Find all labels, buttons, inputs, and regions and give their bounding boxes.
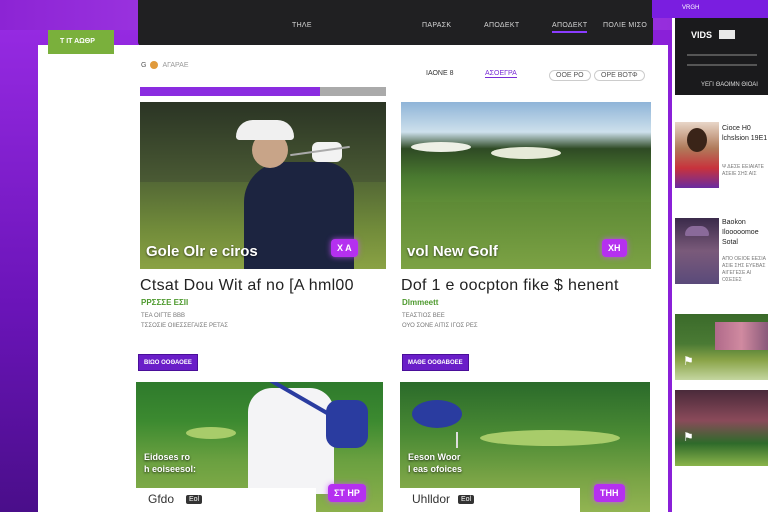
page-tag[interactable]: Τ ΙΤ ΑΩΘΡ	[48, 30, 114, 54]
sand-bunker-icon	[411, 142, 471, 152]
card-2-overlay-title: vol New Golf	[407, 243, 498, 260]
top-right-bar: VRGH	[652, 0, 768, 18]
reading-progress-bar	[140, 87, 386, 96]
filter-active-tab[interactable]: ΑΣΟΕΓΡΑ	[485, 70, 517, 78]
card-1-meta-2: ΤΣΣΟΣΙΕ ΟΙΙΕΣΣΕΓΑΙΣΕ ΡΕΤΑΣ	[141, 323, 228, 329]
top-navigation-bar: ΤΗΛΕ ΠΑΡΑΣΚ ΑΠΟΔΕΚΤ ΑΠΟΔΕΚΤ ΠΟΛΙΕ ΜΙΣΟ	[138, 0, 653, 46]
golf-bag-icon	[326, 400, 368, 448]
crowd-image	[715, 322, 768, 350]
bottom-card-2-chip[interactable]: Eol	[458, 495, 475, 504]
person-icon	[687, 128, 707, 152]
filter-label: ΙΑΟΝΕ 8	[426, 70, 454, 77]
sand-bunker-icon-2	[491, 147, 561, 159]
sidebar-hero[interactable]: VIDS ΥΕΓΙ ΘΑΟΙΜΝ ΘΙΟΑΙ	[675, 18, 768, 95]
card-2-headline[interactable]: Dof 1 e oocpton fike $ henent	[401, 277, 619, 295]
bottom-card-2-title: Eeson Woor I eas ofoices	[408, 451, 462, 475]
card-2-badge[interactable]: ΧΗ	[602, 239, 627, 257]
card-1-badge[interactable]: Χ Α	[331, 239, 358, 257]
sidebar-banner-2[interactable]: ⚑	[675, 390, 768, 466]
sidebar-hero-tagline: ΥΕΓΙ ΘΑΟΙΜΝ ΘΙΟΑΙ	[701, 82, 758, 88]
bottom-card-1-footer: Gfdo Eol	[136, 488, 316, 512]
bottom-card-2-footer-text[interactable]: Uhlldor	[412, 492, 450, 506]
card-2-meta-2: ΟΥΟ ΣΟΝΕ ΑΙΤΙΣ ΙΓΟΣ ΡΕΣ	[402, 323, 478, 329]
breadcrumb-home[interactable]: G	[141, 62, 146, 69]
top-right-label[interactable]: VRGH	[682, 5, 699, 11]
filter-pill-1[interactable]: ΟΟΕ ΡΟ	[549, 70, 591, 81]
breadcrumb-trail[interactable]: ΑΓΑΡΑΕ	[162, 62, 188, 69]
flag-pole-icon	[456, 432, 458, 448]
sidebar-logo: VIDS	[691, 30, 713, 40]
nav-item-1[interactable]: ΤΗΛΕ	[292, 22, 312, 29]
filter-pill-2[interactable]: ΟΡΕ ΒΟΤΦ	[594, 70, 645, 81]
sidebar-logo-icon	[719, 30, 735, 39]
bottom-card-1-footer-text[interactable]: Gfdo	[148, 492, 174, 506]
breadcrumb-dot-icon	[150, 61, 159, 69]
card-1-headline[interactable]: Ctsat Dou Wit af no [A hml00	[140, 277, 354, 295]
bottom-card-2-title-line1: Eeson Woor	[408, 452, 461, 462]
section-tag-1[interactable]: ΒΙΩΟ ΟΟΘΑΟΕΕ	[138, 354, 198, 371]
reading-progress-fill	[140, 87, 320, 96]
card-2-kicker: Dlmmeett	[402, 298, 439, 307]
bottom-card-1-title: Eidoses ro h eoiseesol:	[144, 451, 196, 475]
bottom-card-1-title-line1: Eidoses ro	[144, 452, 191, 462]
sidebar-item-1-avatar[interactable]	[675, 122, 719, 188]
sidebar-item-2-title[interactable]: Baokon Ilooooomoe Sotal	[722, 218, 768, 248]
divider	[687, 64, 757, 66]
card-1-kicker: ΡΡΣΣΣΕ ΕΣΙΙ	[141, 298, 189, 307]
section-tag-2[interactable]: ΜΑΘΕ ΟΟΘΑΒΟΕΕ	[402, 354, 469, 371]
golf-flag-icon: ⚑	[683, 430, 694, 444]
green-patch	[186, 427, 236, 439]
nav-item-3[interactable]: ΑΠΟΔΕΚΤ	[484, 22, 519, 29]
divider	[687, 54, 757, 56]
card-1-overlay-title: Gole Olr e ciros	[146, 243, 258, 260]
sidebar-banner-1[interactable]: ⚑	[675, 314, 768, 380]
polo-shirt-icon	[248, 388, 334, 494]
putting-green	[480, 430, 620, 446]
breadcrumb: G ΑΓΑΡΑΕ	[141, 61, 189, 69]
nav-item-2[interactable]: ΠΑΡΑΣΚ	[422, 22, 451, 29]
nav-item-5[interactable]: ΠΟΛΙΕ ΜΙΣΟ	[603, 22, 647, 29]
bottom-card-2-title-line2: I eas ofoices	[408, 464, 463, 474]
nav-item-4[interactable]: ΑΠΟΔΕΚΤ	[552, 22, 588, 33]
card-1-meta-1: ΤΕΑ ΟΙΓΤΕ ΒΒΒ	[141, 313, 185, 319]
bottom-card-1-badge[interactable]: ΣΤ ΗΡ	[328, 484, 366, 502]
bottom-card-1-title-line2: h eoiseesol:	[144, 464, 197, 474]
golf-cart-icon	[412, 400, 462, 428]
sidebar-item-1-sub: Ψ ΔΕΣΕ ΕΕΙΑΙΑΤΕ ΑΣΕΙΕ ΣΗΣ ΑΙΣ	[722, 164, 764, 177]
bottom-card-2-badge[interactable]: ΤΗΗ	[594, 484, 625, 502]
sidebar-item-1-title[interactable]: Cioce H0 lchslsion 19E1	[722, 124, 768, 144]
cap-icon	[685, 226, 709, 236]
bottom-card-1-chip[interactable]: Eol	[186, 495, 203, 504]
sidebar-item-2-sub: ΑΠΟ ΟΕΙΟΕ ΕΕΣΙΑ ΑΣΙΕ ΣΗΣ ΕΥΕΒΑΣ ΑΙΓΕΓΕΣΕ…	[722, 256, 766, 283]
card-2-meta-1: ΤΕΑΣΤΙΟΣ ΒΕΕ	[402, 313, 445, 319]
bottom-card-2-footer: Uhlldor Eol	[400, 488, 580, 512]
sidebar-item-2-avatar[interactable]	[675, 218, 719, 284]
golf-flag-icon: ⚑	[683, 354, 694, 368]
golfer-cap-icon	[236, 120, 294, 140]
